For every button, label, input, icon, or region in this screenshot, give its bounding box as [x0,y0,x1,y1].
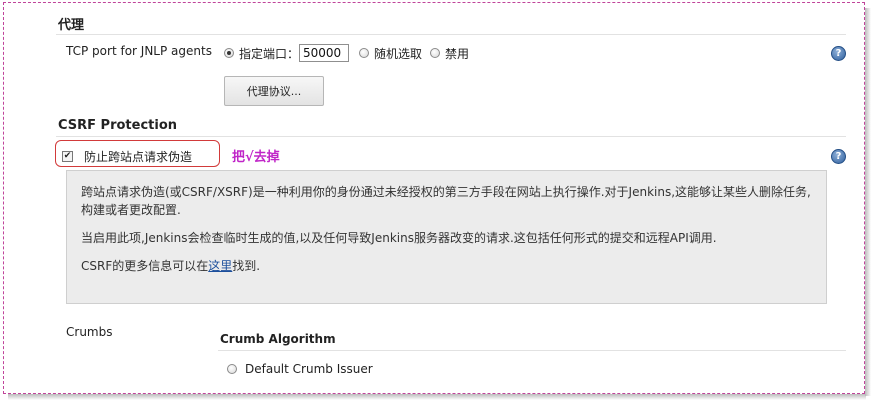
csrf-checkbox[interactable]: ✔ [62,151,73,162]
disable-port-label: 禁用 [445,46,470,61]
default-crumb-issuer-label: Default Crumb Issuer [245,362,373,376]
section-divider [56,136,846,137]
section-title-agent: 代理 [58,18,85,33]
crumbs-label: Crumbs [66,325,113,339]
crumb-divider [218,350,846,351]
frame-shadow-bottom [8,394,866,400]
help-icon-jnlp[interactable]: ? [831,46,846,61]
jnlp-port-label: TCP port for JNLP agents [66,44,212,58]
csrf-description: 跨站点请求伪造(或CSRF/XSRF)是一种利用你的身份通过未经授权的第三方手段… [66,170,827,304]
csrf-description-p1: 跨站点请求伪造(或CSRF/XSRF)是一种利用你的身份通过未经授权的第三方手段… [81,185,811,217]
random-port-label: 随机选取 [374,46,423,61]
csrf-description-p3-before: CSRF的更多信息可以在 [81,259,209,273]
section-title-csrf: CSRF Protection [58,118,178,133]
random-port-radio[interactable] [359,48,370,58]
jnlp-port-options: 指定端口： 随机选取 禁用 [224,44,469,62]
crumb-issuer-row: Default Crumb Issuer [227,362,373,376]
annotation-text: 把√去掉 [232,150,280,165]
fixed-port-input[interactable] [299,44,350,62]
disable-port-radio[interactable] [430,48,441,58]
help-icon-csrf[interactable]: ? [831,149,846,164]
section-divider [56,34,846,35]
csrf-more-info-link[interactable]: 这里 [208,259,232,273]
csrf-checkbox-row: ✔ 防止跨站点请求伪造 [62,148,192,165]
csrf-description-p2: 当启用此项,Jenkins会检查临时生成的值,以及任何导致Jenkins服务器改… [81,231,717,245]
csrf-description-p3-after: 找到. [232,259,261,273]
crumb-algorithm-title: Crumb Algorithm [220,332,336,346]
fixed-port-label: 指定端口： [239,46,300,61]
frame-shadow-right [865,8,871,396]
csrf-checkbox-label: 防止跨站点请求伪造 [84,150,193,164]
agent-protocols-button[interactable]: 代理协议... [224,76,324,106]
csrf-description-p3: CSRF的更多信息可以在这里找到. [81,257,812,275]
default-crumb-issuer-radio[interactable] [227,364,237,374]
fixed-port-radio[interactable] [224,48,234,58]
